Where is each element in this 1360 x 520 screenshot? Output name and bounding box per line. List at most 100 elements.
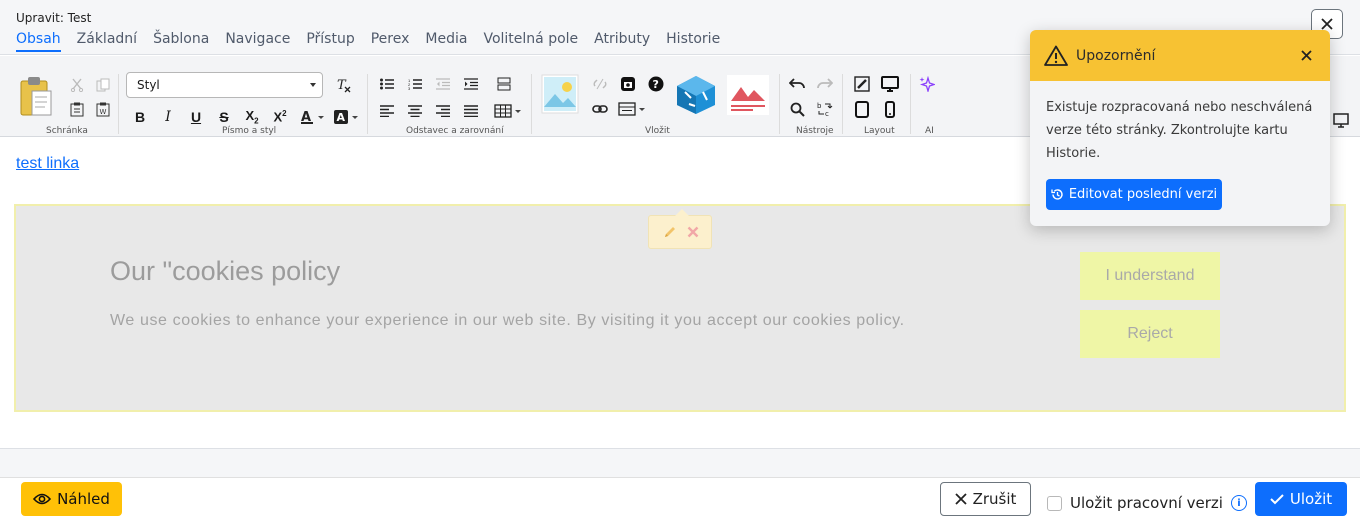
replace-icon: bc: [817, 102, 833, 117]
tablet-view-button[interactable]: [851, 98, 873, 120]
tab-obsah[interactable]: Obsah: [16, 31, 61, 52]
form-icon: [618, 102, 645, 116]
unlink-icon: [593, 78, 607, 90]
eye-icon: [33, 493, 52, 505]
paste-button[interactable]: [18, 74, 54, 118]
desktop-view-button[interactable]: [879, 73, 901, 95]
cut-button[interactable]: [66, 74, 88, 96]
ai-assistant-button[interactable]: [916, 73, 938, 95]
copy-icon: [96, 78, 110, 92]
reject-button[interactable]: Reject: [1080, 310, 1220, 358]
unlink-button[interactable]: [589, 73, 611, 95]
preview-monitor-button[interactable]: [1330, 109, 1352, 131]
tab-volitelna-pole[interactable]: Volitelná pole: [483, 31, 578, 52]
style-select[interactable]: Styl: [126, 72, 323, 98]
paste-word-button[interactable]: W: [92, 98, 114, 120]
group-label-ai: AI: [925, 126, 934, 136]
tab-zakladni[interactable]: Základní: [77, 31, 137, 52]
toolbar-separator: [367, 74, 368, 134]
paste-icon: [20, 77, 52, 116]
tab-perex[interactable]: Perex: [371, 31, 410, 52]
remove-format-button[interactable]: T: [333, 74, 355, 96]
save-draft-checkbox[interactable]: [1047, 495, 1062, 511]
tab-sablona[interactable]: Šablona: [153, 31, 209, 52]
insert-component-button[interactable]: [674, 73, 718, 117]
delete-icon[interactable]: [687, 226, 699, 238]
toolbar-separator: [910, 74, 911, 134]
tab-historie[interactable]: Historie: [666, 31, 720, 52]
redo-icon: [817, 78, 833, 89]
close-icon: [1300, 50, 1312, 61]
tab-navigace[interactable]: Navigace: [225, 31, 290, 52]
block-edit-popover: [648, 209, 712, 249]
content-link[interactable]: test linka: [16, 155, 79, 173]
table-button[interactable]: [493, 100, 523, 122]
svg-text:A: A: [337, 111, 346, 124]
insert-form-button[interactable]: [617, 98, 647, 120]
svg-text:c: c: [825, 110, 829, 117]
text-color-button[interactable]: A: [299, 106, 327, 128]
understand-button[interactable]: I understand: [1080, 252, 1220, 300]
superscript-button[interactable]: X2: [269, 106, 291, 128]
indent-icon: [464, 78, 478, 90]
align-center-button[interactable]: [404, 100, 426, 122]
banner-icon: [727, 75, 769, 115]
bullet-list-button[interactable]: [376, 73, 398, 95]
show-blocks-button[interactable]: [493, 73, 515, 95]
replace-button[interactable]: bc: [814, 98, 836, 120]
underline-button[interactable]: U: [185, 106, 207, 128]
align-right-button[interactable]: [432, 100, 454, 122]
svg-text:3: 3: [408, 86, 411, 90]
background-color-icon: A: [334, 110, 358, 124]
insert-media-button[interactable]: [617, 73, 639, 95]
bold-button[interactable]: B: [129, 106, 151, 128]
italic-button[interactable]: I: [157, 106, 179, 128]
cancel-button[interactable]: Zrušit: [940, 482, 1031, 516]
subscript-button[interactable]: X2: [241, 106, 263, 128]
edit-latest-version-button[interactable]: Editovat poslední verzi: [1046, 179, 1222, 210]
background-color-button[interactable]: A: [333, 106, 361, 128]
history-icon: [1051, 189, 1063, 200]
source-editor-button[interactable]: [851, 73, 873, 95]
insert-banner-button[interactable]: [727, 75, 769, 115]
info-icon[interactable]: i: [1230, 495, 1247, 511]
undo-button[interactable]: [786, 73, 808, 95]
warning-icon: [1044, 45, 1068, 66]
insert-image-button[interactable]: [541, 74, 579, 114]
toast-close-button[interactable]: [1296, 46, 1316, 66]
group-label-font: Písmo a styl: [222, 126, 277, 136]
numbered-list-icon: 123: [408, 78, 422, 90]
numbered-list-button[interactable]: 123: [404, 73, 426, 95]
strikethrough-button[interactable]: S: [213, 106, 235, 128]
find-button[interactable]: [786, 98, 808, 120]
group-label-insert: Vložit: [645, 126, 670, 136]
help-button[interactable]: ?: [645, 73, 667, 95]
mobile-view-button[interactable]: [879, 98, 901, 120]
copy-button[interactable]: [92, 74, 114, 96]
link-button[interactable]: [589, 98, 611, 120]
paste-text-button[interactable]: [66, 98, 88, 120]
cookie-title: Our "cookies policy: [110, 256, 341, 286]
preview-button[interactable]: Náhled: [21, 482, 122, 516]
indent-button[interactable]: [460, 73, 482, 95]
outdent-button[interactable]: [432, 73, 454, 95]
redo-button[interactable]: [814, 73, 836, 95]
paste-text-icon: [70, 102, 84, 116]
preview-button-label: Náhled: [57, 490, 110, 508]
tab-media[interactable]: Media: [425, 31, 467, 52]
align-right-icon: [436, 105, 450, 117]
align-justify-button[interactable]: [460, 100, 482, 122]
desktop-icon: [881, 76, 899, 92]
toast-title: Upozornění: [1076, 47, 1156, 64]
tab-atributy[interactable]: Atributy: [594, 31, 650, 52]
align-left-button[interactable]: [376, 100, 398, 122]
tab-pristup[interactable]: Přístup: [306, 31, 354, 52]
save-button[interactable]: Uložit: [1255, 482, 1347, 516]
tab-bar: Obsah Základní Šablona Navigace Přístup …: [16, 31, 736, 52]
align-justify-icon: [464, 105, 478, 117]
group-label-layout: Layout: [864, 126, 895, 136]
toolbar-separator: [118, 74, 119, 134]
pencil-icon[interactable]: [662, 224, 678, 240]
mobile-icon: [885, 100, 895, 118]
content-footer-band: [0, 449, 1360, 477]
